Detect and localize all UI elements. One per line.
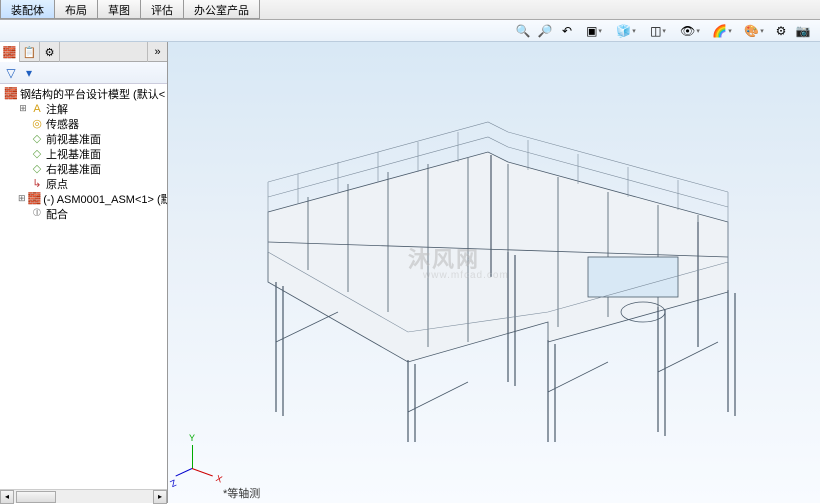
assembly-icon: 🧱 xyxy=(4,87,18,100)
scene-icon[interactable]: 🌈 xyxy=(708,22,736,40)
plane-icon: ◇ xyxy=(30,132,44,145)
view-orientation-label: *等轴测 xyxy=(223,485,260,501)
coordinate-triad xyxy=(178,443,218,483)
filter-icon[interactable]: ▽ xyxy=(4,66,18,80)
tab-property[interactable]: 📋 xyxy=(20,42,40,62)
settings-icon[interactable]: ⚙ xyxy=(772,22,790,40)
tree-item-label: (-) ASM0001_ASM<1> (默认< xyxy=(43,191,167,207)
sidebar-scrollbar[interactable]: ◂ ▸ xyxy=(0,489,167,503)
menu-evaluate[interactable]: 评估 xyxy=(140,0,184,19)
hide-show-icon[interactable]: 👁 xyxy=(676,22,704,40)
tree-mates[interactable]: ⦶ 配合 xyxy=(0,206,167,221)
scroll-thumb[interactable] xyxy=(16,491,56,503)
render-icon[interactable]: 📷 xyxy=(794,22,812,40)
x-axis-icon xyxy=(192,468,213,476)
z-axis-icon xyxy=(175,468,192,477)
tree-annotations[interactable]: ⊞ A 注解 xyxy=(0,101,167,116)
tree-front-plane[interactable]: ◇ 前视基准面 xyxy=(0,131,167,146)
tab-next[interactable]: » xyxy=(147,42,167,62)
menu-layout[interactable]: 布局 xyxy=(54,0,98,19)
filter-dropdown-icon[interactable]: ▾ xyxy=(22,66,36,80)
heads-up-toolbar: 🔍 🔎 ↶ ▣ 🧊 ◫ 👁 🌈 🎨 ⚙ 📷 xyxy=(0,20,820,42)
tree-item-label: 配合 xyxy=(46,206,68,222)
y-axis-icon xyxy=(192,445,193,469)
model-wireframe xyxy=(208,92,778,442)
plane-icon: ◇ xyxy=(30,147,44,160)
tree-item-label: 传感器 xyxy=(46,116,79,132)
expand-icon[interactable]: ⊞ xyxy=(18,103,28,114)
tree-origin[interactable]: ↳ 原点 xyxy=(0,176,167,191)
assembly-icon: 🧱 xyxy=(28,192,42,205)
menu-office[interactable]: 办公室产品 xyxy=(183,0,260,19)
graphics-viewport[interactable]: 沐风网 www.mfcad.com *等轴测 xyxy=(168,42,820,503)
tree-right-plane[interactable]: ◇ 右视基准面 xyxy=(0,161,167,176)
scroll-right-button[interactable]: ▸ xyxy=(153,490,167,504)
plane-icon: ◇ xyxy=(30,162,44,175)
feature-manager-panel: 🧱 📋 ⚙ » ▽ ▾ 🧱 钢结构的平台设计模型 (默认< ⊞ A 注解 ◎ 传… xyxy=(0,42,168,503)
expand-icon[interactable]: ⊞ xyxy=(18,193,26,204)
tree-item-label: 右视基准面 xyxy=(46,161,101,177)
sensor-icon: ◎ xyxy=(30,117,44,130)
tree-subassembly[interactable]: ⊞ 🧱 (-) ASM0001_ASM<1> (默认< xyxy=(0,191,167,206)
tree-sensors[interactable]: ◎ 传感器 xyxy=(0,116,167,131)
tab-config[interactable]: ⚙ xyxy=(40,42,60,62)
origin-icon: ↳ xyxy=(30,177,44,190)
tab-feature-tree[interactable]: 🧱 xyxy=(0,42,20,62)
mate-icon: ⦶ xyxy=(30,207,44,220)
sidebar-tabs: 🧱 📋 ⚙ » xyxy=(0,42,167,62)
view-orient-icon[interactable]: 🧊 xyxy=(612,22,640,40)
appearance-icon[interactable]: 🎨 xyxy=(740,22,768,40)
tree-root-label: 钢结构的平台设计模型 (默认< xyxy=(20,86,165,102)
annotation-icon: A xyxy=(30,103,44,115)
tree-item-label: 前视基准面 xyxy=(46,131,101,147)
zoom-fit-icon[interactable]: 🔍 xyxy=(514,22,532,40)
tree-top-plane[interactable]: ◇ 上视基准面 xyxy=(0,146,167,161)
menu-assembly[interactable]: 装配体 xyxy=(0,0,55,19)
scroll-left-button[interactable]: ◂ xyxy=(0,490,14,504)
tree-root[interactable]: 🧱 钢结构的平台设计模型 (默认< xyxy=(0,86,167,101)
tree-item-label: 上视基准面 xyxy=(46,146,101,162)
menu-bar: 装配体 布局 草图 评估 办公室产品 xyxy=(0,0,820,20)
menu-sketch[interactable]: 草图 xyxy=(97,0,141,19)
section-icon[interactable]: ▣ xyxy=(580,22,608,40)
zoom-area-icon[interactable]: 🔎 xyxy=(536,22,554,40)
prev-view-icon[interactable]: ↶ xyxy=(558,22,576,40)
tree-item-label: 注解 xyxy=(46,101,68,117)
tree-item-label: 原点 xyxy=(46,176,68,192)
feature-tree: 🧱 钢结构的平台设计模型 (默认< ⊞ A 注解 ◎ 传感器 ◇ 前视基准面 ◇ xyxy=(0,84,167,489)
display-style-icon[interactable]: ◫ xyxy=(644,22,672,40)
filter-row: ▽ ▾ xyxy=(0,62,167,84)
